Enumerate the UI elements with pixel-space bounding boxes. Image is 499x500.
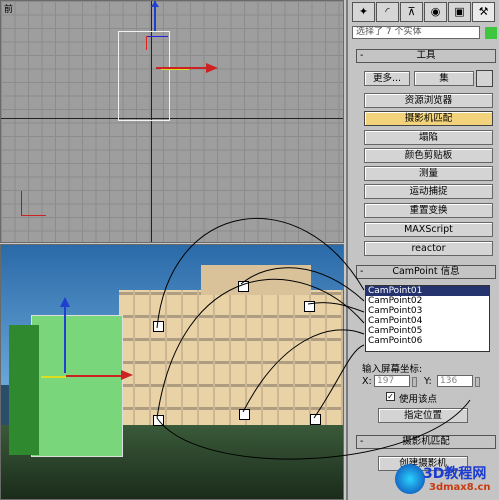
watermark-url: 3dmax8.cn — [429, 482, 491, 493]
hierarchy-tab[interactable]: ⊼ — [400, 2, 423, 22]
y-coordinate-input[interactable]: 136 — [437, 375, 473, 387]
x-arrowhead — [121, 370, 133, 380]
campoint-list[interactable]: CamPoint01 CamPoint02 CamPoint03 CamPoin… — [365, 285, 490, 352]
display-tab[interactable]: ▣ — [448, 2, 471, 22]
motion-capture-button[interactable]: 运动捕捉 — [364, 184, 493, 199]
motion-tab[interactable]: ◉ — [424, 2, 447, 22]
x-coordinate-input[interactable]: 197 — [374, 375, 410, 387]
color-clipboard-button[interactable]: 颜色剪贴板 — [364, 148, 493, 163]
reactor-button[interactable]: reactor — [364, 241, 493, 256]
tripod-x — [21, 215, 46, 216]
list-item[interactable]: CamPoint03 — [366, 306, 489, 316]
watermark-globe-icon — [395, 464, 425, 494]
utilities-tab[interactable]: ⚒ — [472, 2, 495, 22]
selection-color-swatch[interactable] — [485, 27, 497, 39]
z-axis-arrow — [64, 305, 66, 373]
measure-button[interactable]: 测量 — [364, 166, 493, 181]
gizmo-line — [146, 36, 168, 37]
campoint-marker[interactable] — [310, 414, 321, 425]
create-tab[interactable]: ✦ — [352, 2, 375, 22]
campoint-marker[interactable] — [153, 415, 164, 426]
asset-browser-button[interactable]: 资源浏览器 — [364, 93, 493, 108]
sets-button[interactable]: 集 — [414, 71, 474, 86]
campoint-marker[interactable] — [238, 281, 249, 292]
maxscript-button[interactable]: MAXScript — [364, 222, 493, 237]
gizmo-line — [146, 36, 147, 50]
list-item[interactable]: CamPoint06 — [366, 336, 489, 346]
building-top — [201, 265, 311, 295]
x-arrowhead — [206, 63, 218, 73]
watermark-logo: 3D教程网 3dmax8.cn — [395, 460, 499, 500]
tools-rollout-header[interactable]: - 工具 — [356, 49, 496, 63]
gizmo-yellow-line — [161, 69, 189, 70]
campoint-marker[interactable] — [239, 409, 250, 420]
green-box-front[interactable] — [31, 315, 123, 457]
list-item[interactable]: CamPoint04 — [366, 316, 489, 326]
display-icon: ▣ — [454, 5, 465, 18]
collapse-button[interactable]: 塌陷 — [364, 130, 493, 145]
camera-match-button[interactable]: 摄影机匹配 — [364, 111, 493, 126]
x-axis-arrow — [66, 375, 121, 377]
grid-axis-horizontal — [1, 118, 343, 119]
campoint-marker[interactable] — [153, 321, 164, 332]
front-viewport-label: 前 — [4, 5, 14, 15]
front-viewport[interactable]: 前 — [0, 0, 344, 243]
list-item[interactable]: CamPoint01 — [366, 286, 489, 296]
y-label: Y: — [424, 376, 432, 387]
x-label: X: — [362, 376, 372, 387]
z-arrowhead — [60, 297, 70, 307]
y-spinner[interactable] — [475, 377, 480, 387]
list-item[interactable]: CamPoint02 — [366, 296, 489, 306]
modify-icon: ◜ — [385, 5, 390, 18]
selection-field[interactable]: 选择了 7 个实体 — [352, 26, 480, 39]
building-wireframe[interactable] — [118, 31, 170, 121]
assign-position-button[interactable]: 指定位置 — [378, 408, 468, 423]
input-coords-label: 输入屏幕坐标: — [362, 364, 423, 375]
x-spinner[interactable] — [412, 377, 417, 387]
tripod-y — [21, 191, 22, 216]
campoint-marker[interactable] — [304, 301, 315, 312]
modify-tab[interactable]: ◜ — [376, 2, 399, 22]
green-box-side — [9, 325, 39, 455]
list-item[interactable]: CamPoint05 — [366, 326, 489, 336]
create-icon: ✦ — [358, 5, 369, 18]
camera-match-rollout-header[interactable]: - 摄影机匹配 — [356, 435, 496, 449]
motion-icon: ◉ — [430, 5, 441, 18]
watermark-title: 3D教程网 — [423, 466, 487, 482]
more-button[interactable]: 更多... — [364, 71, 410, 86]
hierarchy-icon: ⊼ — [407, 5, 416, 18]
command-panel: ✦ ◜ ⊼ ◉ ▣ ⚒ 选择了 7 个实体 - 工具 更多... 集 资源浏览器 … — [346, 0, 499, 500]
perspective-viewport[interactable]: 透视 — [0, 244, 344, 500]
reset-xform-button[interactable]: 重置变换 — [364, 203, 493, 218]
use-point-checkbox[interactable]: ✓ — [386, 392, 395, 401]
use-point-label: 使用该点 — [399, 394, 438, 405]
y-arrowhead — [151, 1, 159, 7]
campoint-rollout-header[interactable]: - CamPoint 信息 — [356, 265, 496, 279]
gizmo-yellow-line — [41, 376, 66, 378]
utilities-icon: ⚒ — [478, 5, 489, 18]
configure-button-sets-icon[interactable] — [476, 70, 493, 87]
